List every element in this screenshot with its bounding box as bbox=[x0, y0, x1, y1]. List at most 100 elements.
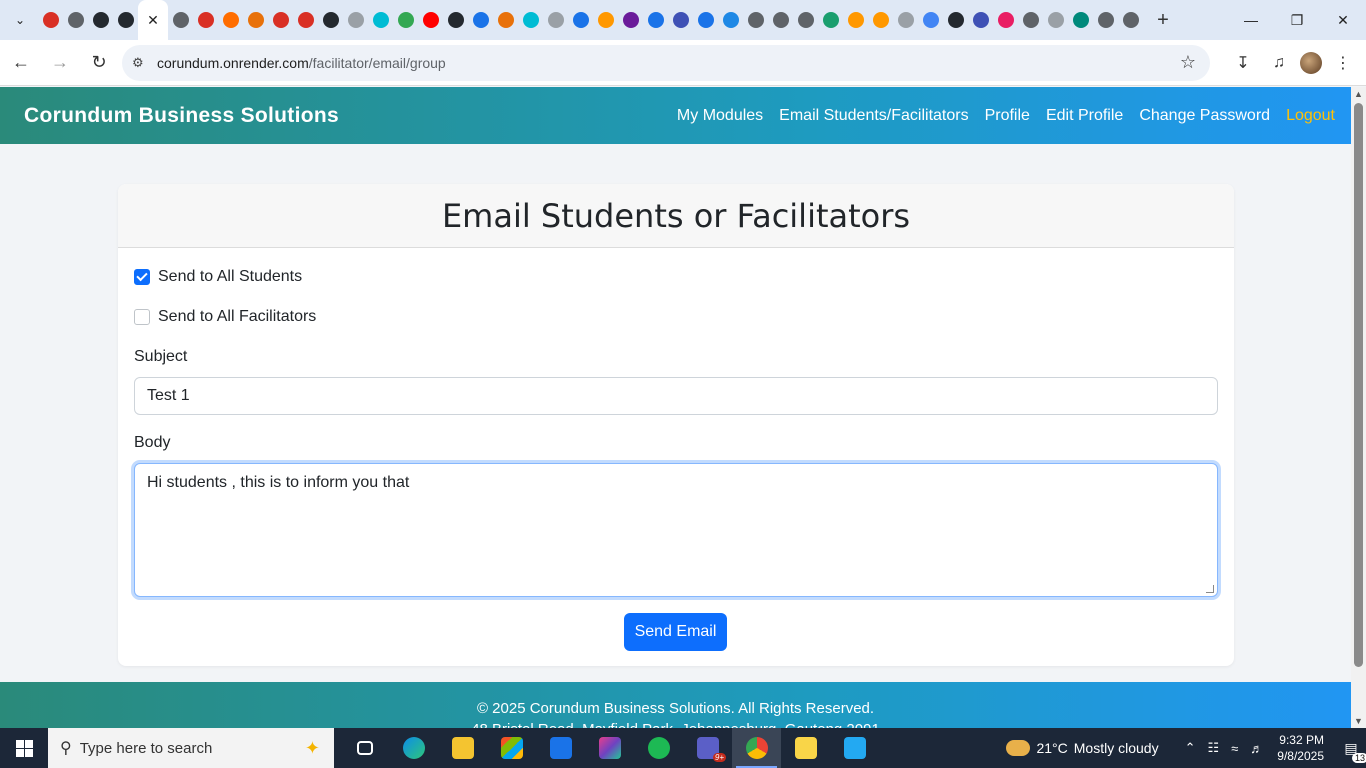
browser-tab[interactable] bbox=[168, 0, 193, 40]
nav-edit-profile[interactable]: Edit Profile bbox=[1046, 107, 1123, 125]
browser-tab[interactable] bbox=[1043, 0, 1068, 40]
scroll-down-icon[interactable]: ▼ bbox=[1354, 716, 1363, 726]
browser-tab[interactable] bbox=[543, 0, 568, 40]
m365-icon[interactable] bbox=[585, 728, 634, 768]
forward-button[interactable]: → bbox=[42, 45, 78, 81]
browser-tab[interactable] bbox=[113, 0, 138, 40]
browser-tab[interactable] bbox=[1093, 0, 1118, 40]
all-facilitators-option[interactable]: Send to All Facilitators bbox=[134, 308, 316, 326]
browser-tab[interactable] bbox=[618, 0, 643, 40]
browser-menu-icon[interactable]: ⋮ bbox=[1328, 45, 1358, 81]
browser-tab[interactable] bbox=[693, 0, 718, 40]
back-button[interactable]: ← bbox=[3, 45, 39, 81]
subject-input[interactable]: Test 1 bbox=[134, 377, 1218, 415]
weather-widget[interactable]: 21°C Mostly cloudy bbox=[1006, 740, 1159, 756]
minimize-button[interactable]: — bbox=[1228, 0, 1274, 40]
browser-tab[interactable] bbox=[1068, 0, 1093, 40]
body-textarea[interactable]: Hi students , this is to inform you that bbox=[134, 463, 1218, 597]
close-window-button[interactable]: ✕ bbox=[1320, 0, 1366, 40]
browser-tab[interactable] bbox=[668, 0, 693, 40]
start-button[interactable] bbox=[0, 728, 48, 768]
all-facilitators-checkbox[interactable] bbox=[134, 309, 150, 325]
bookmark-star-icon[interactable]: ☆ bbox=[1180, 52, 1196, 73]
browser-tab[interactable] bbox=[568, 0, 593, 40]
browser-tab[interactable] bbox=[918, 0, 943, 40]
media-control-icon[interactable]: ♫ bbox=[1264, 45, 1294, 81]
browser-tab[interactable] bbox=[868, 0, 893, 40]
language-icon[interactable]: ☷ bbox=[1207, 740, 1219, 756]
browser-tab[interactable] bbox=[518, 0, 543, 40]
browser-tab[interactable] bbox=[468, 0, 493, 40]
tab-search-chevron-icon[interactable]: ⌄ bbox=[6, 6, 34, 34]
new-tab-button[interactable]: + bbox=[1149, 6, 1177, 34]
page-scrollbar[interactable]: ▲ ▼ bbox=[1351, 87, 1366, 728]
close-tab-icon[interactable]: ✕ bbox=[147, 12, 159, 29]
nav-profile[interactable]: Profile bbox=[985, 107, 1030, 125]
teams-icon[interactable]: 9+ bbox=[683, 728, 732, 768]
nav-change-password[interactable]: Change Password bbox=[1139, 107, 1270, 125]
browser-tab[interactable] bbox=[493, 0, 518, 40]
browser-tab[interactable] bbox=[843, 0, 868, 40]
site-info-icon[interactable]: ⚙ bbox=[132, 55, 152, 71]
browser-tab[interactable] bbox=[368, 0, 393, 40]
browser-tab[interactable] bbox=[968, 0, 993, 40]
chrome-icon[interactable] bbox=[732, 728, 781, 768]
taskbar-search[interactable]: ⚲ Type here to search ✦ bbox=[48, 728, 334, 768]
profile-avatar[interactable] bbox=[1300, 52, 1322, 74]
browser-tab[interactable] bbox=[63, 0, 88, 40]
sticky-notes-icon[interactable] bbox=[781, 728, 830, 768]
browser-tab[interactable] bbox=[38, 0, 63, 40]
spotify-icon[interactable] bbox=[634, 728, 683, 768]
notification-center-icon[interactable]: ▤ 13 bbox=[1336, 740, 1366, 763]
clock[interactable]: 9:32 PM 9/8/2025 bbox=[1277, 732, 1324, 764]
file-explorer-icon[interactable] bbox=[438, 728, 487, 768]
download-icon[interactable]: ↧ bbox=[1228, 45, 1258, 81]
browser-tab[interactable] bbox=[718, 0, 743, 40]
browser-tab[interactable] bbox=[768, 0, 793, 40]
send-email-button[interactable]: Send Email bbox=[624, 613, 727, 651]
browser-tab[interactable] bbox=[218, 0, 243, 40]
browser-tab[interactable] bbox=[88, 0, 113, 40]
browser-tab[interactable] bbox=[993, 0, 1018, 40]
browser-tab[interactable] bbox=[418, 0, 443, 40]
browser-tab[interactable] bbox=[1018, 0, 1043, 40]
browser-tab[interactable] bbox=[593, 0, 618, 40]
all-students-option[interactable]: Send to All Students bbox=[134, 268, 302, 286]
browser-tab[interactable] bbox=[743, 0, 768, 40]
browser-tab[interactable] bbox=[393, 0, 418, 40]
scroll-up-icon[interactable]: ▲ bbox=[1354, 89, 1363, 99]
chevron-up-icon[interactable]: ⌃ bbox=[1185, 740, 1196, 756]
browser-tab[interactable] bbox=[818, 0, 843, 40]
browser-tab[interactable] bbox=[1118, 0, 1143, 40]
task-view-icon[interactable] bbox=[340, 728, 389, 768]
nav-my-modules[interactable]: My Modules bbox=[677, 107, 763, 125]
scrollbar-thumb[interactable] bbox=[1354, 103, 1363, 667]
browser-tab[interactable] bbox=[193, 0, 218, 40]
browser-tab[interactable] bbox=[318, 0, 343, 40]
address-bar[interactable]: ⚙ corundum.onrender.com/facilitator/emai… bbox=[122, 45, 1210, 81]
browser-tab[interactable] bbox=[293, 0, 318, 40]
mail-icon[interactable] bbox=[536, 728, 585, 768]
edge-icon[interactable] bbox=[389, 728, 438, 768]
reload-button[interactable]: ↻ bbox=[81, 45, 117, 81]
vscode-icon[interactable] bbox=[830, 728, 879, 768]
browser-tab[interactable] bbox=[443, 0, 468, 40]
browser-tab[interactable] bbox=[268, 0, 293, 40]
all-students-checkbox[interactable] bbox=[134, 269, 150, 285]
resize-grip-icon[interactable] bbox=[1206, 585, 1214, 593]
browser-tab[interactable] bbox=[943, 0, 968, 40]
nav-email-students-facilitators[interactable]: Email Students/Facilitators bbox=[779, 107, 968, 125]
brand-title[interactable]: Corundum Business Solutions bbox=[24, 104, 339, 128]
wifi-icon[interactable]: ≈ bbox=[1231, 741, 1238, 756]
browser-tab[interactable] bbox=[243, 0, 268, 40]
active-tab[interactable]: ✕ bbox=[138, 0, 168, 40]
nav-logout[interactable]: Logout bbox=[1286, 107, 1335, 125]
browser-tab[interactable] bbox=[793, 0, 818, 40]
browser-tab[interactable] bbox=[343, 0, 368, 40]
microsoft-store-icon[interactable] bbox=[487, 728, 536, 768]
volume-icon[interactable]: ♬ bbox=[1250, 741, 1263, 756]
copilot-sparkle-icon[interactable]: ✦ bbox=[305, 738, 320, 759]
browser-tab[interactable] bbox=[893, 0, 918, 40]
browser-tab[interactable] bbox=[643, 0, 668, 40]
maximize-button[interactable]: ❐ bbox=[1274, 0, 1320, 40]
